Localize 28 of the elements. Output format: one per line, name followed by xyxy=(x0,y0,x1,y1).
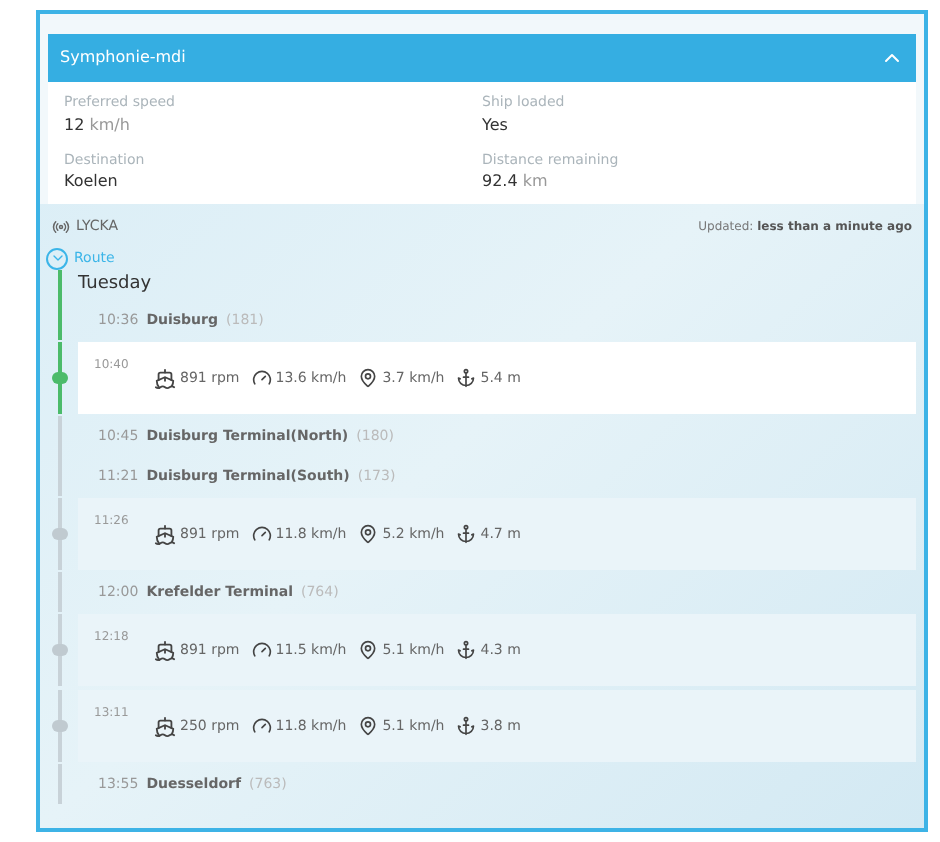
day-label: Tuesday xyxy=(78,271,152,297)
ship-icon xyxy=(154,367,176,389)
ship-icon xyxy=(154,523,176,545)
field-value: Koelen xyxy=(64,170,118,194)
timeline-marker xyxy=(52,720,68,732)
map-pin-icon xyxy=(358,640,379,660)
map-pin-icon xyxy=(358,368,379,388)
gauge-icon xyxy=(251,368,272,388)
anchor-icon xyxy=(456,716,477,736)
anchor-icon xyxy=(456,640,477,660)
field-value: Yes xyxy=(482,113,508,137)
gauge-icon xyxy=(251,524,272,544)
gauge-icon xyxy=(251,640,272,660)
route-toggle-icon[interactable] xyxy=(46,247,68,269)
vessel-name: Symphonie-mdi xyxy=(60,46,186,70)
anchor-icon xyxy=(456,524,477,544)
field-value: 92.4 km xyxy=(482,170,548,194)
ship-icon xyxy=(154,639,176,661)
timeline-marker xyxy=(52,528,68,540)
map-pin-icon xyxy=(358,716,379,736)
timeline-marker xyxy=(52,644,68,656)
gauge-icon xyxy=(251,716,272,736)
timeline-marker xyxy=(52,372,68,384)
map-pin-icon xyxy=(358,524,379,544)
ship-icon xyxy=(154,715,176,737)
field-value: 12 km/h xyxy=(64,113,130,137)
anchor-icon xyxy=(456,368,477,388)
antenna-icon xyxy=(52,217,70,236)
